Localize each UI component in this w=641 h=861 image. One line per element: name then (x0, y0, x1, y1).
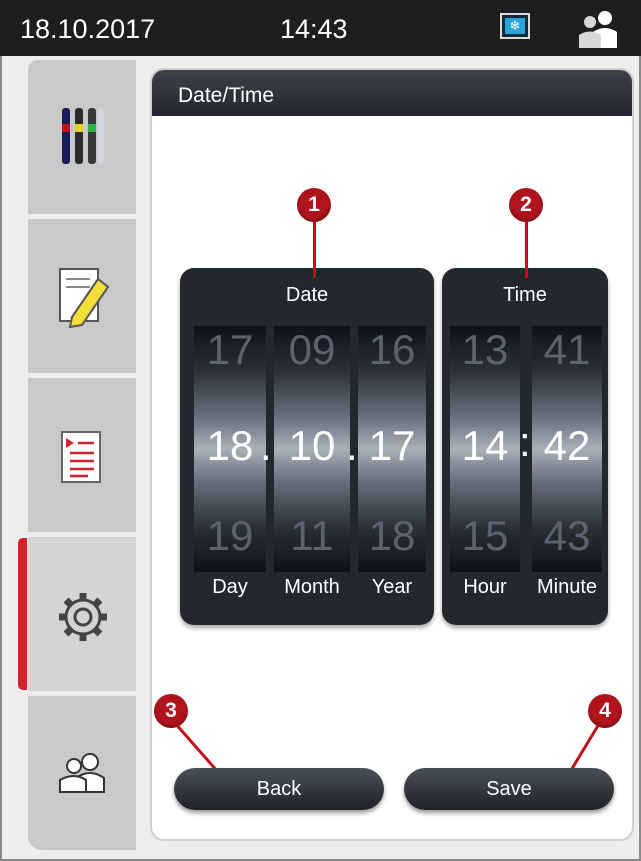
sidebar-item-users[interactable] (28, 696, 136, 850)
year-prev: 16 (368, 326, 416, 373)
callout-1: 1 (297, 188, 331, 222)
notepad-pencil-icon (59, 268, 110, 329)
day-prev: 17 (206, 326, 254, 373)
minute-wheel[interactable]: 41 42 43 (532, 326, 602, 572)
sidebar-item-settings[interactable] (28, 537, 136, 691)
user-group-icon[interactable] (575, 8, 621, 50)
snowflake-icon: ❄ (505, 18, 525, 34)
day-next: 19 (206, 512, 254, 559)
status-time: 14:43 (280, 14, 348, 44)
active-tab-marker (18, 538, 27, 690)
reagent-vials-icon (62, 108, 104, 164)
sidebar-item-reagents[interactable] (28, 60, 136, 214)
status-bar: 18.10.2017 14:43 ❄ (0, 0, 641, 56)
year-current: 17 (368, 422, 416, 469)
minute-label: Minute (536, 576, 598, 598)
users-icon (59, 753, 105, 793)
callout-4: 4 (588, 694, 622, 728)
hour-next: 15 (461, 512, 509, 559)
status-date: 18.10.2017 (20, 14, 156, 44)
time-picker-title: Time (503, 284, 547, 306)
callout-2: 2 (509, 188, 543, 222)
gear-icon (59, 593, 107, 641)
year-label: Year (371, 576, 413, 598)
time-picker: Time 13 14 15 : 41 42 43 Hour Minute (442, 268, 608, 625)
callout-3: 3 (154, 694, 188, 728)
day-current: 18 (206, 422, 254, 469)
report-list-icon (61, 431, 101, 483)
date-picker-title: Date (285, 284, 329, 306)
date-separator: . (260, 422, 272, 469)
month-wheel[interactable]: 09 10 11 (274, 326, 350, 572)
hour-label: Hour (463, 576, 507, 598)
sidebar-item-protocols[interactable] (28, 219, 136, 373)
time-separator: : (519, 418, 531, 465)
panel-title: Date/Time (152, 70, 632, 116)
back-button[interactable]: Back (174, 768, 384, 810)
hour-wheel[interactable]: 13 14 15 (450, 326, 520, 572)
year-next: 18 (368, 512, 416, 559)
callout-line-2 (525, 222, 528, 278)
sidebar-item-reports[interactable] (28, 378, 136, 532)
day-label: Day (212, 576, 248, 598)
year-wheel[interactable]: 16 17 18 (358, 326, 426, 572)
day-wheel[interactable]: 17 18 19 (194, 326, 266, 572)
month-next: 11 (290, 512, 334, 559)
callout-line-1 (313, 222, 316, 278)
date-picker: Date 17 18 19 . 09 10 11 . 16 17 18 Day … (180, 268, 434, 625)
save-button[interactable]: Save (404, 768, 614, 810)
hour-prev: 13 (461, 326, 509, 373)
month-prev: 09 (288, 326, 336, 373)
date-separator: . (346, 422, 358, 469)
minute-current: 42 (543, 422, 591, 469)
month-label: Month (284, 576, 340, 598)
month-current: 10 (288, 422, 336, 469)
minute-next: 43 (543, 512, 591, 559)
hour-current: 14 (461, 422, 509, 469)
minute-prev: 41 (543, 326, 591, 373)
snowflake-screen-icon[interactable]: ❄ (500, 13, 530, 39)
